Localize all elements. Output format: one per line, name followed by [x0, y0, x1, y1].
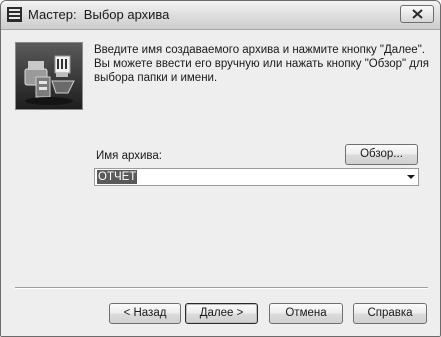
footer-divider: [15, 287, 428, 289]
next-button[interactable]: Далее >: [185, 303, 258, 324]
browse-button[interactable]: Обзор...: [345, 144, 418, 165]
wizard-window: Мастер: Выбор архива Введите имя создава…: [0, 0, 441, 337]
back-button[interactable]: < Назад: [109, 303, 181, 324]
wizard-content: Введите имя создаваемого архива и нажмит…: [1, 30, 440, 336]
cancel-button[interactable]: Отмена: [269, 303, 343, 324]
archive-name-combobox[interactable]: ОТЧЕТ: [94, 168, 419, 186]
help-button[interactable]: Справка: [353, 303, 427, 324]
instruction-text: Введите имя создаваемого архива и нажмит…: [94, 44, 429, 84]
archive-name-value[interactable]: ОТЧЕТ: [97, 170, 138, 184]
window-title: Мастер: Выбор архива: [28, 7, 170, 22]
chevron-down-icon[interactable]: [407, 175, 415, 179]
title-bar[interactable]: Мастер: Выбор архива: [1, 1, 440, 30]
archive-stack-icon[interactable]: [6, 6, 23, 23]
close-icon: [412, 9, 423, 19]
archive-wizard-image: [15, 42, 83, 110]
close-button[interactable]: [400, 5, 434, 23]
archive-name-label: Имя архива:: [96, 150, 163, 162]
